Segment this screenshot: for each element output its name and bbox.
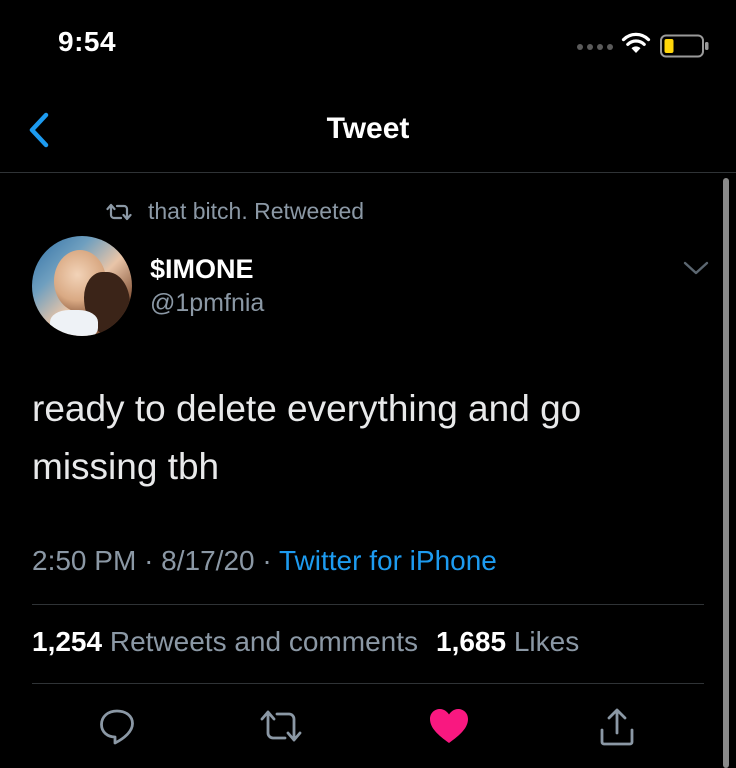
reply-icon[interactable] xyxy=(97,706,137,746)
status-time: 9:54 xyxy=(58,26,117,57)
likes-count: 1,685 xyxy=(436,626,507,657)
tweet-source-link[interactable]: Twitter for iPhone xyxy=(279,545,497,576)
nav-bar: Tweet xyxy=(0,88,736,173)
divider xyxy=(32,604,704,605)
retweets-label: Retweets and comments xyxy=(109,626,418,657)
retweets-count: 1,254 xyxy=(32,626,103,657)
tweet-text: ready to delete everything and go missin… xyxy=(32,380,692,496)
author-handle[interactable]: @1pmfnia xyxy=(150,289,264,318)
chevron-down-icon[interactable] xyxy=(683,260,709,276)
divider xyxy=(32,683,704,684)
author-name[interactable]: $IMONE xyxy=(150,254,254,285)
retweets-stat[interactable]: 1,254 Retweets and comments xyxy=(32,626,418,657)
tweet-stats: 1,254 Retweets and comments 1,685 Likes xyxy=(32,626,579,658)
retweet-context-label: that bitch. Retweeted xyxy=(148,198,365,224)
retweet-icon[interactable] xyxy=(258,706,304,746)
avatar[interactable] xyxy=(32,236,132,336)
retweet-context[interactable]: that bitch. Retweeted xyxy=(106,198,364,225)
wifi-icon xyxy=(621,32,651,53)
meta-separator: · xyxy=(262,545,272,576)
cellular-signal-icon xyxy=(577,44,613,50)
tweet-text-line: missing tbh xyxy=(32,446,220,487)
retweet-small-icon xyxy=(106,202,132,222)
like-icon[interactable] xyxy=(428,706,470,746)
status-bar: 9:54 xyxy=(0,0,736,88)
share-icon[interactable] xyxy=(596,706,638,748)
tweet-date: 8/17/20 xyxy=(161,545,255,576)
likes-label: Likes xyxy=(513,626,580,657)
battery-icon xyxy=(660,34,709,58)
page-title: Tweet xyxy=(326,112,410,145)
tweet-text-line: ready to delete everything and go xyxy=(32,388,582,429)
meta-separator: · xyxy=(144,545,154,576)
scrollbar[interactable] xyxy=(723,178,729,768)
tweet-time: 2:50 PM xyxy=(32,545,137,576)
likes-stat[interactable]: 1,685 Likes xyxy=(436,626,579,657)
tweet-meta: 2:50 PM · 8/17/20 · Twitter for iPhone xyxy=(32,545,497,577)
